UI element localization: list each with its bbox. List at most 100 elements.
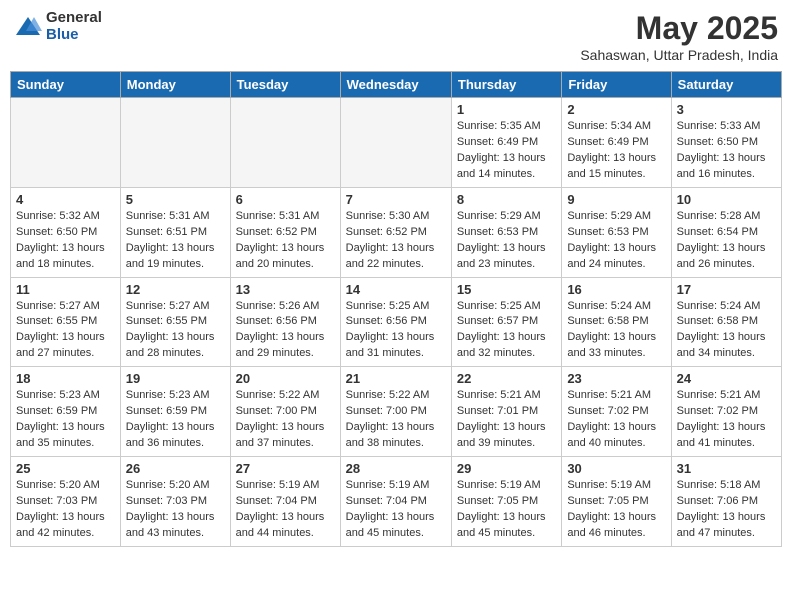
calendar-cell: 30 Sunrise: 5:19 AM Sunset: 7:05 PM Dayli… — [562, 457, 671, 547]
calendar-cell: 31 Sunrise: 5:18 AM Sunset: 7:06 PM Dayli… — [671, 457, 781, 547]
page-header: General Blue May 2025 Sahaswan, Uttar Pr… — [10, 10, 782, 63]
day-info: Sunrise: 5:33 AM Sunset: 6:50 PM Dayligh… — [677, 119, 776, 183]
day-number: 12 — [126, 282, 225, 297]
weekday-header-saturday: Saturday — [671, 72, 781, 98]
weekday-header-friday: Friday — [562, 72, 671, 98]
day-number: 22 — [457, 371, 556, 386]
logo: General Blue — [14, 10, 102, 43]
day-info: Sunrise: 5:21 AM Sunset: 7:02 PM Dayligh… — [677, 388, 776, 452]
weekday-header-wednesday: Wednesday — [340, 72, 451, 98]
day-number: 4 — [16, 192, 115, 207]
calendar-cell: 29 Sunrise: 5:19 AM Sunset: 7:05 PM Dayli… — [451, 457, 561, 547]
calendar-cell: 25Sunrise: 5:20 AM Sunset: 7:03 PM Dayli… — [11, 457, 121, 547]
day-info: Sunrise: 5:25 AM Sunset: 6:57 PM Dayligh… — [457, 299, 556, 363]
day-info: Sunrise: 5:27 AM Sunset: 6:55 PM Dayligh… — [16, 299, 115, 363]
day-info: Sunrise: 5:21 AM Sunset: 7:01 PM Dayligh… — [457, 388, 556, 452]
week-row-2: 4 Sunrise: 5:32 AM Sunset: 6:50 PM Daylig… — [11, 187, 782, 277]
day-info: Sunrise: 5:32 AM Sunset: 6:50 PM Dayligh… — [16, 209, 115, 273]
day-info: Sunrise: 5:19 AM Sunset: 7:05 PM Dayligh… — [457, 478, 556, 542]
day-number: 19 — [126, 371, 225, 386]
day-info: Sunrise: 5:31 AM Sunset: 6:51 PM Dayligh… — [126, 209, 225, 273]
weekday-header-thursday: Thursday — [451, 72, 561, 98]
weekday-header-tuesday: Tuesday — [230, 72, 340, 98]
calendar-cell: 7 Sunrise: 5:30 AM Sunset: 6:52 PM Daylig… — [340, 187, 451, 277]
day-number: 17 — [677, 282, 776, 297]
calendar-cell: 9Sunrise: 5:29 AM Sunset: 6:53 PM Daylig… — [562, 187, 671, 277]
calendar-cell: 10 Sunrise: 5:28 AM Sunset: 6:54 PM Dayli… — [671, 187, 781, 277]
day-number: 29 — [457, 461, 556, 476]
logo-general-text: General — [46, 10, 102, 27]
day-number: 11 — [16, 282, 115, 297]
day-info: Sunrise: 5:21 AM Sunset: 7:02 PM Dayligh… — [567, 388, 665, 452]
calendar-cell: 23 Sunrise: 5:21 AM Sunset: 7:02 PM Dayli… — [562, 367, 671, 457]
day-number: 27 — [236, 461, 335, 476]
day-info: Sunrise: 5:35 AM Sunset: 6:49 PM Dayligh… — [457, 119, 556, 183]
day-number: 26 — [126, 461, 225, 476]
day-number: 8 — [457, 192, 556, 207]
calendar-cell: 21Sunrise: 5:22 AM Sunset: 7:00 PM Dayli… — [340, 367, 451, 457]
calendar-cell: 24 Sunrise: 5:21 AM Sunset: 7:02 PM Dayli… — [671, 367, 781, 457]
calendar-cell: 3 Sunrise: 5:33 AM Sunset: 6:50 PM Daylig… — [671, 98, 781, 188]
title-block: May 2025 Sahaswan, Uttar Pradesh, India — [580, 10, 778, 63]
day-info: Sunrise: 5:26 AM Sunset: 6:56 PM Dayligh… — [236, 299, 335, 363]
day-number: 5 — [126, 192, 225, 207]
calendar-cell: 14Sunrise: 5:25 AM Sunset: 6:56 PM Dayli… — [340, 277, 451, 367]
day-number: 7 — [346, 192, 446, 207]
calendar-cell: 26 Sunrise: 5:20 AM Sunset: 7:03 PM Dayli… — [120, 457, 230, 547]
weekday-header-sunday: Sunday — [11, 72, 121, 98]
calendar-cell — [340, 98, 451, 188]
day-info: Sunrise: 5:22 AM Sunset: 7:00 PM Dayligh… — [346, 388, 446, 452]
calendar-cell — [120, 98, 230, 188]
day-info: Sunrise: 5:25 AM Sunset: 6:56 PM Dayligh… — [346, 299, 446, 363]
calendar-cell: 15 Sunrise: 5:25 AM Sunset: 6:57 PM Dayli… — [451, 277, 561, 367]
day-number: 13 — [236, 282, 335, 297]
calendar-cell: 1 Sunrise: 5:35 AM Sunset: 6:49 PM Daylig… — [451, 98, 561, 188]
day-info: Sunrise: 5:18 AM Sunset: 7:06 PM Dayligh… — [677, 478, 776, 542]
day-number: 23 — [567, 371, 665, 386]
day-info: Sunrise: 5:22 AM Sunset: 7:00 PM Dayligh… — [236, 388, 335, 452]
calendar-cell: 6Sunrise: 5:31 AM Sunset: 6:52 PM Daylig… — [230, 187, 340, 277]
day-info: Sunrise: 5:30 AM Sunset: 6:52 PM Dayligh… — [346, 209, 446, 273]
week-row-3: 11 Sunrise: 5:27 AM Sunset: 6:55 PM Dayli… — [11, 277, 782, 367]
day-number: 3 — [677, 102, 776, 117]
day-info: Sunrise: 5:23 AM Sunset: 6:59 PM Dayligh… — [16, 388, 115, 452]
day-info: Sunrise: 5:19 AM Sunset: 7:05 PM Dayligh… — [567, 478, 665, 542]
calendar-table: SundayMondayTuesdayWednesdayThursdayFrid… — [10, 71, 782, 547]
day-number: 16 — [567, 282, 665, 297]
day-info: Sunrise: 5:19 AM Sunset: 7:04 PM Dayligh… — [236, 478, 335, 542]
day-info: Sunrise: 5:34 AM Sunset: 6:49 PM Dayligh… — [567, 119, 665, 183]
day-info: Sunrise: 5:28 AM Sunset: 6:54 PM Dayligh… — [677, 209, 776, 273]
day-number: 25 — [16, 461, 115, 476]
day-number: 1 — [457, 102, 556, 117]
logo-blue-text: Blue — [46, 27, 102, 44]
day-info: Sunrise: 5:20 AM Sunset: 7:03 PM Dayligh… — [126, 478, 225, 542]
calendar-cell: 4 Sunrise: 5:32 AM Sunset: 6:50 PM Daylig… — [11, 187, 121, 277]
calendar-cell: 2Sunrise: 5:34 AM Sunset: 6:49 PM Daylig… — [562, 98, 671, 188]
calendar-cell: 12 Sunrise: 5:27 AM Sunset: 6:55 PM Dayli… — [120, 277, 230, 367]
calendar-cell: 11 Sunrise: 5:27 AM Sunset: 6:55 PM Dayli… — [11, 277, 121, 367]
day-number: 10 — [677, 192, 776, 207]
week-row-1: 1 Sunrise: 5:35 AM Sunset: 6:49 PM Daylig… — [11, 98, 782, 188]
calendar-cell: 8Sunrise: 5:29 AM Sunset: 6:53 PM Daylig… — [451, 187, 561, 277]
day-info: Sunrise: 5:19 AM Sunset: 7:04 PM Dayligh… — [346, 478, 446, 542]
location-subtitle: Sahaswan, Uttar Pradesh, India — [580, 47, 778, 63]
day-number: 15 — [457, 282, 556, 297]
day-info: Sunrise: 5:27 AM Sunset: 6:55 PM Dayligh… — [126, 299, 225, 363]
week-row-5: 25 Sunrise: 5:20 AM Sunset: 7:03 PM Dayli… — [11, 457, 782, 547]
day-number: 28 — [346, 461, 446, 476]
day-number: 20 — [236, 371, 335, 386]
logo-icon — [14, 13, 42, 41]
calendar-cell: 17 Sunrise: 5:24 AM Sunset: 6:58 PM Dayli… — [671, 277, 781, 367]
weekday-header-monday: Monday — [120, 72, 230, 98]
day-number: 9 — [567, 192, 665, 207]
day-number: 24 — [677, 371, 776, 386]
calendar-cell: 20 Sunrise: 5:22 AM Sunset: 7:00 PM Dayli… — [230, 367, 340, 457]
weekday-header-row: SundayMondayTuesdayWednesdayThursdayFrid… — [11, 72, 782, 98]
day-info: Sunrise: 5:24 AM Sunset: 6:58 PM Dayligh… — [677, 299, 776, 363]
calendar-cell: 5 Sunrise: 5:31 AM Sunset: 6:51 PM Daylig… — [120, 187, 230, 277]
calendar-cell: 28 Sunrise: 5:19 AM Sunset: 7:04 PM Dayli… — [340, 457, 451, 547]
day-number: 30 — [567, 461, 665, 476]
calendar-cell: 13 Sunrise: 5:26 AM Sunset: 6:56 PM Dayli… — [230, 277, 340, 367]
day-number: 31 — [677, 461, 776, 476]
calendar-cell: 16Sunrise: 5:24 AM Sunset: 6:58 PM Dayli… — [562, 277, 671, 367]
